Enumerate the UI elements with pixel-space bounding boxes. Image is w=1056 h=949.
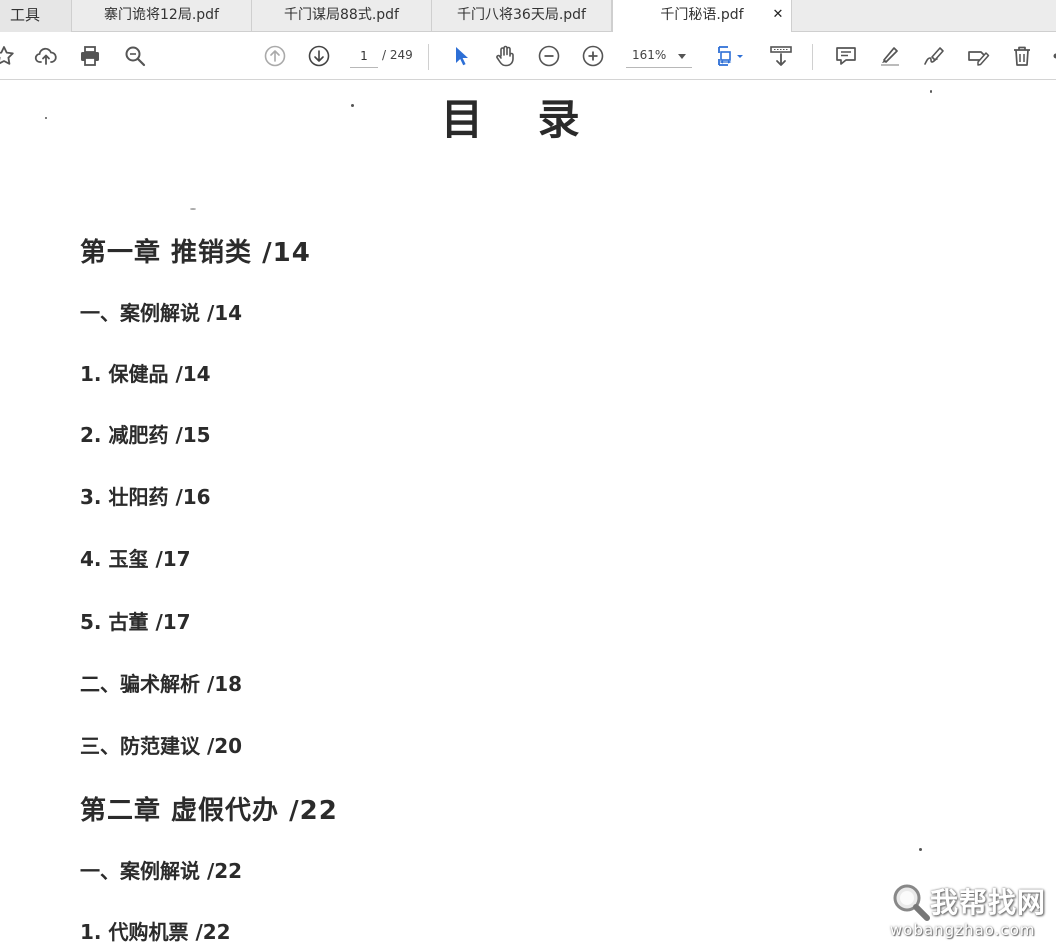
toc-entry-section: 二、骗术解析 /18 — [80, 672, 243, 696]
zoom-out-icon[interactable] — [535, 42, 563, 70]
zoom-value: 161% — [632, 48, 667, 62]
fit-page-icon[interactable] — [712, 42, 748, 70]
page-title: 目 录 — [441, 95, 600, 144]
toc-entry-item: 1. 保健品 /14 — [80, 362, 211, 386]
tab-document-2[interactable]: 千门谋局88式.pdf — [252, 0, 432, 32]
watermark-cn: 我帮找网 — [930, 886, 1047, 919]
chevron-down-icon — [678, 54, 686, 59]
tab-label: 千门谋局88式.pdf — [284, 7, 399, 23]
tab-tools[interactable]: 工具 — [0, 0, 72, 32]
toc-entry-section: 一、案例解说 /22 — [80, 859, 243, 883]
tab-bar: 工具 寨门诡将12局.pdf 千门谋局88式.pdf 千门八将36天局.pdf … — [0, 0, 1056, 33]
tab-label: 千门秘语.pdf — [660, 7, 744, 23]
fill-sign-icon[interactable] — [964, 42, 992, 70]
page-up-icon[interactable] — [261, 42, 289, 70]
toc-entry-chapter: 第一章 推销类 /14 — [80, 238, 311, 268]
toolbar-divider — [812, 44, 813, 70]
toolbar: / 249 161% — [0, 32, 1056, 80]
magnifier-logo-icon — [893, 884, 930, 921]
scan-speck — [930, 90, 932, 93]
scan-speck — [190, 208, 196, 210]
toc-entry-item: 3. 壮阳药 /16 — [80, 485, 211, 509]
print-icon[interactable] — [76, 42, 104, 70]
tab-label: 寨门诡将12局.pdf — [104, 7, 219, 23]
star-icon[interactable] — [0, 42, 18, 70]
toolbar-divider — [428, 44, 429, 70]
tab-document-1[interactable]: 寨门诡将12局.pdf — [72, 0, 252, 32]
scroll-mode-icon[interactable] — [767, 42, 795, 70]
scan-speck — [351, 104, 354, 107]
select-cursor-icon[interactable] — [447, 42, 475, 70]
tab-document-3[interactable]: 千门八将36天局.pdf — [432, 0, 612, 32]
toc-entry-item: 2. 减肥药 /15 — [80, 423, 211, 447]
scan-speck — [45, 117, 47, 119]
comment-icon[interactable] — [832, 42, 860, 70]
search-icon[interactable] — [121, 42, 149, 70]
toc-entry-chapter: 第二章 虚假代办 /22 — [80, 796, 338, 826]
page-number-input[interactable] — [350, 44, 378, 68]
watermark: 我帮找网 wobangzhao.com — [890, 879, 1050, 945]
toc-entry-section: 一、案例解说 /14 — [80, 301, 243, 325]
watermark-en: wobangzhao.com — [890, 921, 1036, 939]
hand-icon[interactable] — [491, 42, 519, 70]
zoom-select[interactable]: 161% — [626, 44, 692, 68]
toc-entry-item: 5. 古董 /17 — [80, 610, 191, 634]
highlight-icon[interactable] — [876, 42, 904, 70]
page-down-icon[interactable] — [305, 42, 333, 70]
tab-label: 千门八将36天局.pdf — [457, 7, 586, 23]
toc-entry-item: 1. 代购机票 /22 — [80, 920, 231, 944]
document-page: 目 录 第一章 推销类 /14 一、案例解说 /14 1. 保健品 /14 2.… — [0, 80, 1056, 949]
delete-icon[interactable] — [1008, 42, 1036, 70]
zoom-in-icon[interactable] — [579, 42, 607, 70]
cloud-upload-icon[interactable] — [32, 42, 60, 70]
tab-document-active[interactable]: 千门秘语.pdf ✕ — [612, 0, 792, 33]
close-tab-icon[interactable]: ✕ — [771, 0, 785, 32]
sign-icon[interactable] — [920, 42, 948, 70]
scan-speck — [919, 848, 922, 851]
more-icon[interactable] — [1048, 42, 1056, 70]
toc-entry-item: 4. 玉玺 /17 — [80, 547, 191, 571]
page-total: / 249 — [382, 48, 413, 62]
toc-entry-section: 三、防范建议 /20 — [80, 734, 243, 758]
